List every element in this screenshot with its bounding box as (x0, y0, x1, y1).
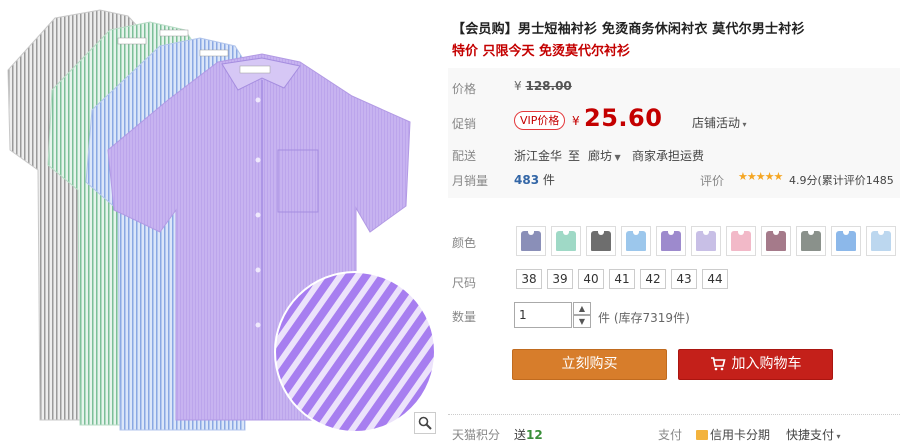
product-info-panel: 【会员购】男士短袖衬衫 免烫商务休闲衬衣 莫代尔男士衬衫 特价 只限今天 免烫莫… (448, 0, 900, 441)
rating-stars-icon: ★★★★★ (738, 170, 783, 183)
monthly-sales-unit: 件 (542, 173, 555, 187)
chevron-down-icon: ▾ (834, 432, 841, 441)
chevron-down-icon: ▼ (578, 317, 586, 326)
shirt-thumbnail-icon (836, 231, 856, 251)
color-swatch[interactable] (586, 226, 616, 256)
size-option[interactable]: 42 (640, 269, 666, 289)
rating-label: 评价 (700, 174, 725, 188)
shirt-thumbnail-icon (731, 231, 751, 251)
shirt-thumbnail-icon (626, 231, 646, 251)
ship-to-dropdown[interactable]: 廊坊 ▼ (588, 147, 621, 164)
chevron-down-icon: ▼ (612, 153, 621, 162)
ship-from: 浙江金华 (514, 149, 563, 163)
divider (448, 414, 900, 415)
color-swatch[interactable] (551, 226, 581, 256)
magnifier-icon (418, 416, 432, 430)
size-option-list: 38 39 40 41 42 43 44 (516, 269, 728, 289)
original-price: ¥ 128.00 (514, 79, 572, 93)
quantity-input[interactable] (514, 302, 572, 328)
color-label: 颜色 (452, 236, 477, 250)
color-swatch[interactable] (866, 226, 896, 256)
add-to-cart-button[interactable]: 加入购物车 (678, 349, 833, 380)
shirt-thumbnail-icon (556, 231, 576, 251)
size-label: 尺码 (452, 276, 477, 290)
quantity-unit: 件 (598, 311, 611, 325)
product-title: 【会员购】男士短袖衬衫 免烫商务休闲衬衣 莫代尔男士衬衫 (452, 22, 805, 37)
size-option[interactable]: 44 (702, 269, 728, 289)
express-pay-label: 快捷支付 (786, 428, 835, 441)
product-main-image (7, 9, 436, 433)
shipping-fee: 商家承担运费 (632, 149, 705, 163)
color-swatch[interactable] (761, 226, 791, 256)
credit-installment-label: 信用卡分期 (710, 428, 771, 441)
shirt-thumbnail-icon (591, 231, 611, 251)
zoom-button[interactable] (414, 412, 436, 434)
size-option[interactable]: 41 (609, 269, 635, 289)
chevron-down-icon: ▾ (740, 120, 747, 129)
promo-label: 促销 (452, 117, 477, 131)
buy-now-button[interactable]: 立刻购买 (512, 349, 667, 380)
quantity-label: 数量 (452, 310, 477, 324)
color-swatch[interactable] (691, 226, 721, 256)
color-swatch[interactable] (621, 226, 651, 256)
sale-price-currency: ¥ (572, 114, 580, 128)
monthly-sales-count: 483 (514, 173, 540, 187)
ship-to-word: 至 (568, 149, 581, 163)
shirt-thumbnail-icon (696, 231, 716, 251)
size-option[interactable]: 39 (547, 269, 573, 289)
product-subtitle: 特价 只限今天 免烫莫代尔衬衫 (452, 44, 631, 59)
price-label: 价格 (452, 82, 477, 96)
ship-to-city: 廊坊 (588, 149, 613, 163)
rating-summary-link[interactable]: 4.9分(累计评价1485 (789, 172, 894, 188)
shirt-thumbnail-icon (521, 231, 541, 251)
monthly-sales: 483 件 (514, 171, 555, 188)
stock-count: (库存7319件) (613, 311, 690, 325)
points-value: 送12 (514, 426, 543, 441)
color-swatch-list (516, 226, 896, 256)
express-pay-link[interactable]: 快捷支付 ▾ (786, 426, 841, 441)
size-option[interactable]: 40 (578, 269, 604, 289)
chevron-up-icon: ▲ (578, 304, 586, 313)
points-number: 12 (526, 428, 543, 441)
points-label: 天猫积分 (452, 428, 501, 441)
sale-price: 25.60 (584, 104, 663, 132)
product-image-gallery[interactable] (0, 0, 442, 441)
points-prefix: 送 (514, 428, 527, 441)
store-promotion-label: 店铺活动 (692, 116, 741, 130)
monthly-sales-label: 月销量 (452, 174, 489, 188)
original-price-value: 128.00 (525, 79, 572, 93)
store-promotion-dropdown[interactable]: 店铺活动 ▾ (692, 114, 747, 131)
credit-card-icon (696, 430, 708, 440)
original-price-currency: ¥ (514, 79, 522, 93)
shirt-thumbnail-icon (871, 231, 891, 251)
payment-label: 支付 (658, 428, 683, 441)
size-option[interactable]: 43 (671, 269, 697, 289)
color-swatch[interactable] (656, 226, 686, 256)
add-to-cart-label: 加入购物车 (731, 356, 802, 372)
stock-info: 件 (库存7319件) (598, 309, 690, 326)
color-swatch[interactable] (726, 226, 756, 256)
vip-price-badge: VIP价格 (514, 111, 566, 130)
shirt-thumbnail-icon (801, 231, 821, 251)
credit-installment-link[interactable]: 信用卡分期 (696, 426, 770, 441)
color-swatch[interactable] (516, 226, 546, 256)
color-swatch[interactable] (831, 226, 861, 256)
color-swatch[interactable] (796, 226, 826, 256)
cart-icon (710, 357, 726, 371)
shirt-thumbnail-icon (766, 231, 786, 251)
shirt-thumbnail-icon (661, 231, 681, 251)
size-option[interactable]: 38 (516, 269, 542, 289)
quantity-decrease-button[interactable]: ▼ (573, 315, 591, 328)
quantity-increase-button[interactable]: ▲ (573, 302, 591, 315)
shipping-label: 配送 (452, 149, 477, 163)
